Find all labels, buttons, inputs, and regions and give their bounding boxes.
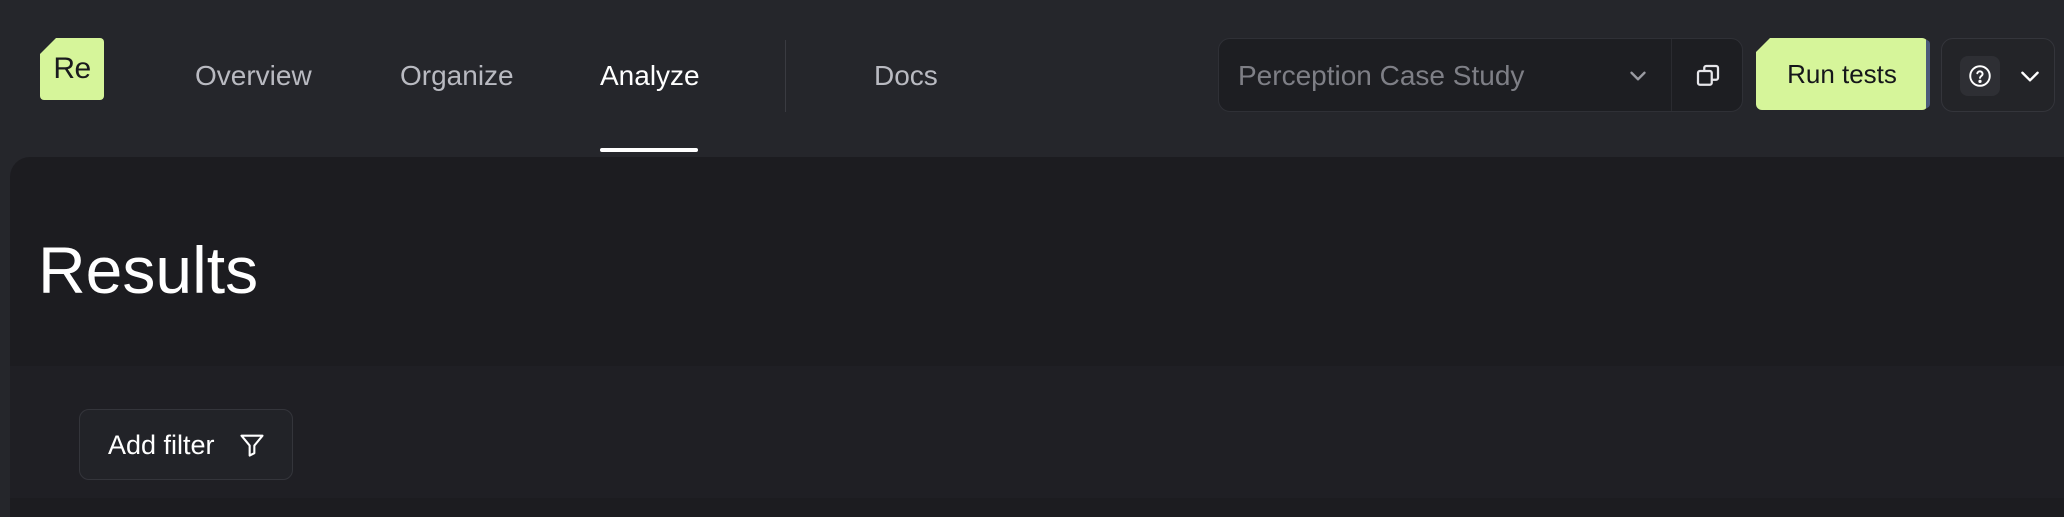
page-title: Results: [38, 233, 259, 307]
nav-analyze[interactable]: Analyze: [600, 56, 700, 96]
help-button[interactable]: [1960, 56, 2000, 96]
nav-divider: [785, 40, 786, 112]
nav-organize[interactable]: Organize: [400, 56, 514, 96]
chevron-down-icon[interactable]: [2017, 63, 2043, 89]
top-navigation-bar: Re Overview Organize Analyze Docs Percep…: [0, 0, 2064, 152]
run-button-edge: [1926, 40, 1930, 108]
nav-overview[interactable]: Overview: [195, 56, 312, 96]
project-select[interactable]: Perception Case Study: [1218, 38, 1743, 112]
select-separator: [1671, 39, 1672, 111]
active-tab-indicator: [600, 148, 698, 152]
filter-bar: [10, 366, 2064, 498]
filter-icon: [240, 434, 264, 457]
add-filter-button[interactable]: Add filter: [79, 409, 293, 480]
help-circle-icon: [1969, 65, 1991, 87]
copy-icon[interactable]: [1693, 61, 1723, 91]
project-select-value: Perception Case Study: [1238, 60, 1525, 91]
logo-text: Re: [53, 52, 91, 85]
help-menu[interactable]: [1941, 38, 2055, 112]
app-logo[interactable]: Re: [40, 38, 104, 100]
add-filter-label: Add filter: [108, 430, 215, 460]
run-tests-button[interactable]: Run tests: [1756, 38, 1928, 110]
nav-docs[interactable]: Docs: [874, 56, 938, 96]
chevron-down-icon[interactable]: [1625, 63, 1651, 89]
